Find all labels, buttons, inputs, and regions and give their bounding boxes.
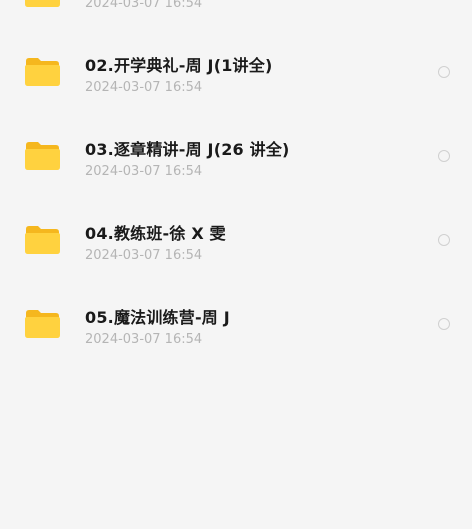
list-item-folder[interactable]: 04.教练班-徐 X 雯 2024-03-07 16:54 [0,210,472,294]
folder-name: 04.教练班-徐 X 雯 [85,224,226,243]
folder-icon [24,309,61,339]
folder-name: 03.逐章精讲-周 J(26 讲全) [85,140,290,159]
list-item-folder[interactable]: 05.魔法训练营-周 J 2024-03-07 16:54 [0,294,472,378]
select-radio[interactable] [438,318,450,330]
list-item-folder[interactable]: 03.逐章精讲-周 J(26 讲全) 2024-03-07 16:54 [0,126,472,210]
folder-date: 2024-03-07 16:54 [85,248,203,263]
list-item-folder-01-visible[interactable]: 2024-03-07 16:54 [0,0,472,84]
file-browser-screen: 02.开学典礼-周 J(1讲全) 2024-03-07 16:54 03.逐章精讲-… [0,0,472,529]
select-radio[interactable] [438,150,450,162]
folder-icon [24,0,61,8]
folder-name: 05.魔法训练营-周 J [85,308,230,327]
select-radio[interactable] [438,234,450,246]
folder-icon [24,225,61,255]
folder-date: 2024-03-07 16:54 [85,332,203,347]
folder-icon [24,141,61,171]
folder-date: 2024-03-07 16:54 [85,0,203,11]
folder-date: 2024-03-07 16:54 [85,164,203,179]
